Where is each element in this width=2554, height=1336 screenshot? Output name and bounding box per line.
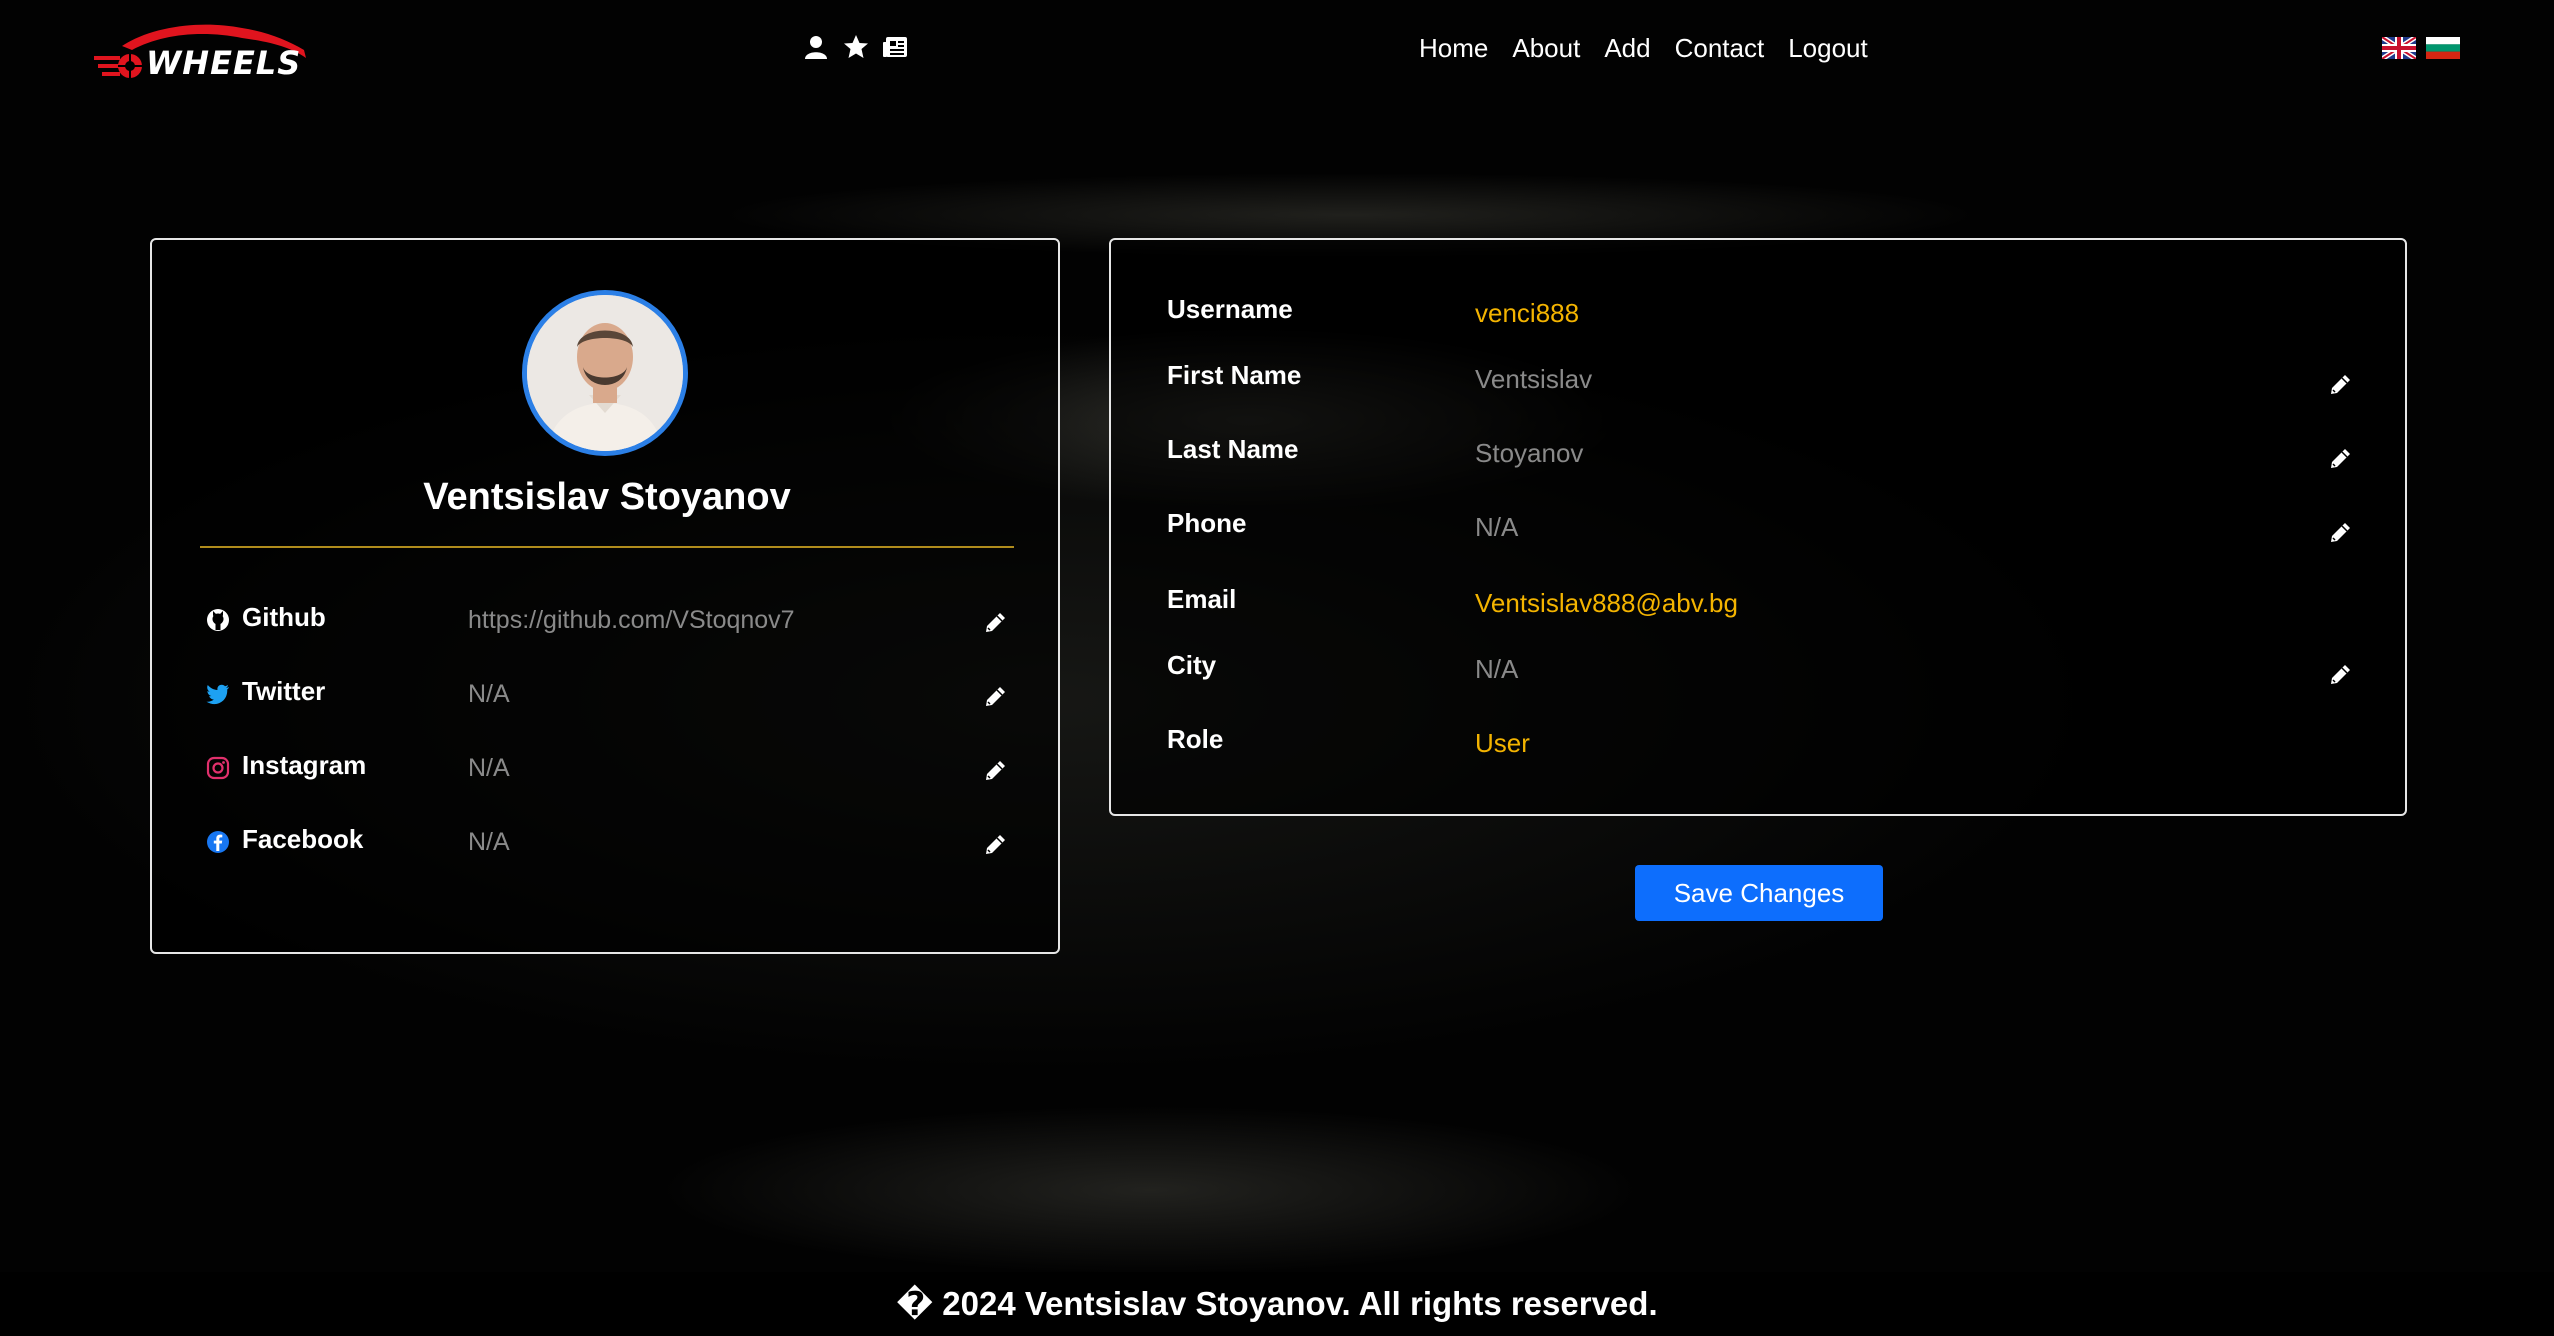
info-row-role: Role User — [1167, 724, 2367, 774]
uk-flag-icon[interactable] — [2380, 34, 2418, 62]
pencil-icon[interactable] — [982, 758, 1008, 784]
profile-divider — [200, 546, 1014, 548]
language-switcher — [2380, 34, 2460, 62]
info-value-last-name: Stoyanov — [1475, 438, 1584, 468]
info-value-city: N/A — [1475, 654, 1519, 684]
info-label-email: Email — [1167, 584, 1237, 614]
social-row-facebook: Facebook N/A — [206, 822, 1026, 872]
info-label-phone: Phone — [1167, 508, 1247, 538]
star-icon[interactable] — [843, 34, 869, 60]
info-row-first-name: First Name Ventsislav — [1167, 360, 2367, 410]
account-info-card: Username venci888 First Name Ventsislav … — [1109, 238, 2407, 816]
social-label-github: Github — [242, 602, 326, 632]
footer-copyright: � 2024 Ventsislav Stoyanov. All rights r… — [896, 1285, 1658, 1322]
info-row-email: Email Ventsislav888@abv.bg — [1167, 584, 2367, 634]
pencil-icon[interactable] — [982, 684, 1008, 710]
page: WHEELS Home About Add Contact Logout Ven… — [0, 0, 2554, 1336]
newspaper-icon[interactable] — [883, 34, 909, 60]
social-value-instagram: N/A — [468, 754, 510, 782]
nav-contact[interactable]: Contact — [1675, 33, 1765, 64]
pencil-icon[interactable] — [982, 610, 1008, 636]
pencil-icon[interactable] — [2327, 520, 2353, 546]
info-value-role: User — [1475, 728, 1530, 758]
pencil-icon[interactable] — [2327, 446, 2353, 472]
social-row-github: Github https://github.com/VStoqnov7 — [206, 600, 1026, 650]
social-row-instagram: Instagram N/A — [206, 748, 1026, 798]
social-value-facebook: N/A — [468, 828, 510, 856]
bg-flag-icon[interactable] — [2426, 37, 2460, 59]
footer: � 2024 Ventsislav Stoyanov. All rights r… — [0, 1272, 2554, 1336]
avatar — [522, 290, 688, 456]
nav-add[interactable]: Add — [1604, 33, 1650, 64]
info-row-last-name: Last Name Stoyanov — [1167, 434, 2367, 484]
nav-about[interactable]: About — [1512, 33, 1580, 64]
info-value-email: Ventsislav888@abv.bg — [1475, 588, 1738, 618]
social-value-github: https://github.com/VStoqnov7 — [468, 606, 795, 634]
social-value-twitter: N/A — [468, 680, 510, 708]
social-label-instagram: Instagram — [242, 750, 367, 780]
logo-text: WHEELS — [146, 44, 302, 82]
pencil-icon[interactable] — [2327, 372, 2353, 398]
main-nav: Home About Add Contact Logout — [1419, 33, 1868, 64]
facebook-icon — [206, 830, 230, 854]
info-row-city: City N/A — [1167, 650, 2367, 700]
pencil-icon[interactable] — [982, 832, 1008, 858]
nav-home[interactable]: Home — [1419, 33, 1488, 64]
info-label-last-name: Last Name — [1167, 434, 1299, 464]
user-icon[interactable] — [803, 34, 829, 60]
info-label-role: Role — [1167, 724, 1224, 754]
social-row-twitter: Twitter N/A — [206, 674, 1026, 724]
twitter-icon — [206, 682, 230, 706]
brand-logo[interactable]: WHEELS — [92, 18, 314, 84]
nav-logout[interactable]: Logout — [1788, 33, 1868, 64]
info-row-phone: Phone N/A — [1167, 508, 2367, 558]
social-label-twitter: Twitter — [242, 676, 326, 706]
profile-card: Ventsislav Stoyanov Github https://githu… — [150, 238, 1060, 954]
header-icon-group — [803, 34, 909, 60]
pencil-icon[interactable] — [2327, 662, 2353, 688]
profile-photo — [527, 295, 683, 451]
profile-name: Ventsislav Stoyanov — [423, 476, 791, 518]
instagram-icon — [206, 756, 230, 780]
info-label-username: Username — [1167, 294, 1293, 324]
info-value-username: venci888 — [1475, 298, 1580, 328]
save-changes-button[interactable]: Save Changes — [1635, 865, 1883, 921]
social-label-facebook: Facebook — [242, 824, 364, 854]
header: WHEELS Home About Add Contact Logout — [0, 0, 2554, 100]
info-row-username: Username venci888 — [1167, 294, 2367, 344]
info-value-phone: N/A — [1475, 512, 1519, 542]
info-label-city: City — [1167, 650, 1217, 680]
info-label-first-name: First Name — [1167, 360, 1302, 390]
github-icon — [206, 608, 230, 632]
info-value-first-name: Ventsislav — [1475, 364, 1593, 394]
